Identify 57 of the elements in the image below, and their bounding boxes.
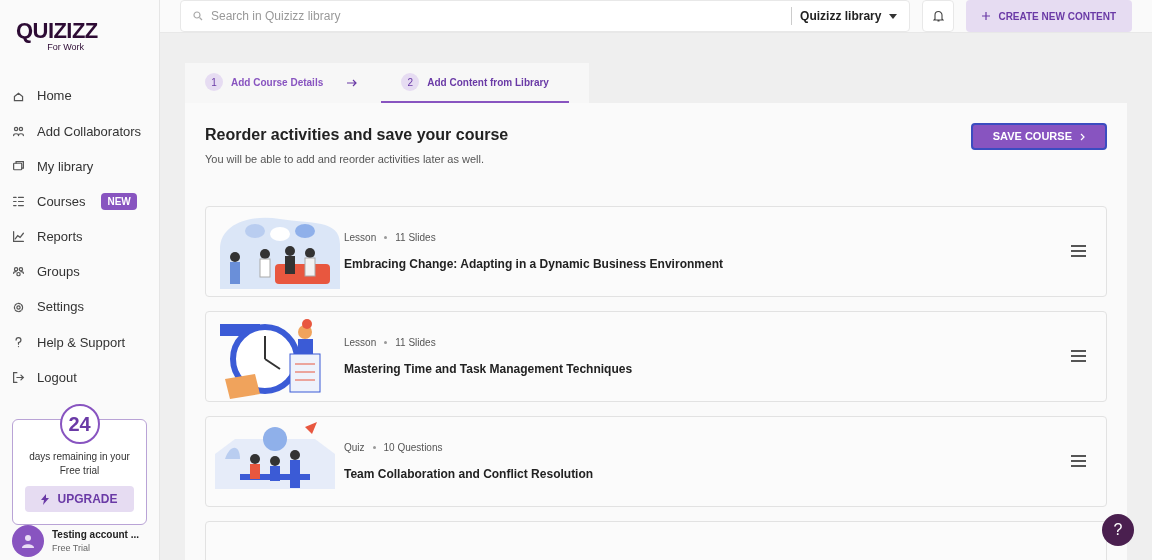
days-counter: 24 xyxy=(59,404,100,445)
drag-handle-icon[interactable] xyxy=(1071,455,1086,467)
plus-icon xyxy=(982,12,991,20)
create-content-button[interactable]: CREATE NEW CONTENT xyxy=(966,0,1132,32)
sidebar-item[interactable]: Reports xyxy=(0,219,159,255)
question-icon xyxy=(12,335,25,349)
group-icon xyxy=(12,265,25,279)
activity-count: 11 Slides xyxy=(395,335,436,350)
drag-handle-icon[interactable] xyxy=(1071,245,1086,257)
people-icon xyxy=(12,124,25,138)
upgrade-button[interactable]: UPGRADE xyxy=(25,486,134,513)
chevron-icon xyxy=(1080,132,1085,141)
new-badge: NEW xyxy=(101,193,137,211)
sidebar-item[interactable]: Courses NEW xyxy=(0,184,159,220)
activity-title: Embracing Change: Adapting in a Dynamic Business Environment xyxy=(344,255,724,273)
save-course-button[interactable]: SAVE COURSE xyxy=(970,123,1107,150)
sidebar-item[interactable]: Logout xyxy=(0,360,159,396)
activity-type: Lesson xyxy=(344,335,377,350)
logo-subtitle: For Work xyxy=(47,42,84,54)
account-plan: Free Trial xyxy=(52,541,91,555)
avatar xyxy=(12,525,44,558)
sidebar-item[interactable]: My library xyxy=(0,148,159,185)
step-number: 2 xyxy=(401,73,420,91)
search-icon xyxy=(193,11,203,21)
sidebar-item[interactable]: Add Collaborators xyxy=(0,113,159,149)
chart-icon xyxy=(12,230,25,244)
activity-title: Mastering Time and Task Management Techniques xyxy=(344,360,634,378)
activity-type: Lesson xyxy=(344,230,377,245)
activity-title: Team Collaboration and Conflict Resolution xyxy=(344,465,595,483)
bell-icon xyxy=(932,10,944,22)
search-field[interactable]: Search in Quizizz library Quizizz library xyxy=(180,0,911,32)
logo-text: QUIZIZZ xyxy=(16,20,98,42)
list-icon xyxy=(12,195,25,209)
caret-icon xyxy=(889,13,898,19)
account-name: Testing account ... xyxy=(52,527,140,542)
activity-count: 11 Slides xyxy=(395,230,436,245)
home-icon xyxy=(12,89,25,103)
drag-handle-icon[interactable] xyxy=(1071,350,1086,362)
library-dropdown[interactable]: Quizizz library xyxy=(791,7,898,25)
lightning-icon xyxy=(41,493,50,505)
help-button[interactable]: ? xyxy=(1102,514,1134,546)
sidebar-item[interactable]: Help & Support xyxy=(0,324,159,360)
step-tab[interactable]: 1 Add Course Details xyxy=(205,63,324,103)
sidebar-item[interactable]: Home xyxy=(0,78,159,114)
trial-text: days remaining in your Free trial xyxy=(28,450,131,479)
settings-icon xyxy=(12,300,25,314)
logout-icon xyxy=(12,371,25,385)
page-title: Reorder activities and save your course xyxy=(205,125,509,145)
arrow-icon xyxy=(347,79,358,87)
step-number: 1 xyxy=(205,73,223,91)
page-subtitle: You will be able to add and reorder activities later as well. xyxy=(205,152,486,167)
notifications-button[interactable] xyxy=(922,0,955,32)
folder-icon xyxy=(12,159,25,173)
activity-type: Quiz xyxy=(344,440,365,455)
activity-count: 10 Questions xyxy=(383,440,443,455)
sidebar-item[interactable]: Settings xyxy=(0,289,159,325)
sidebar-item[interactable]: Groups xyxy=(0,254,159,290)
